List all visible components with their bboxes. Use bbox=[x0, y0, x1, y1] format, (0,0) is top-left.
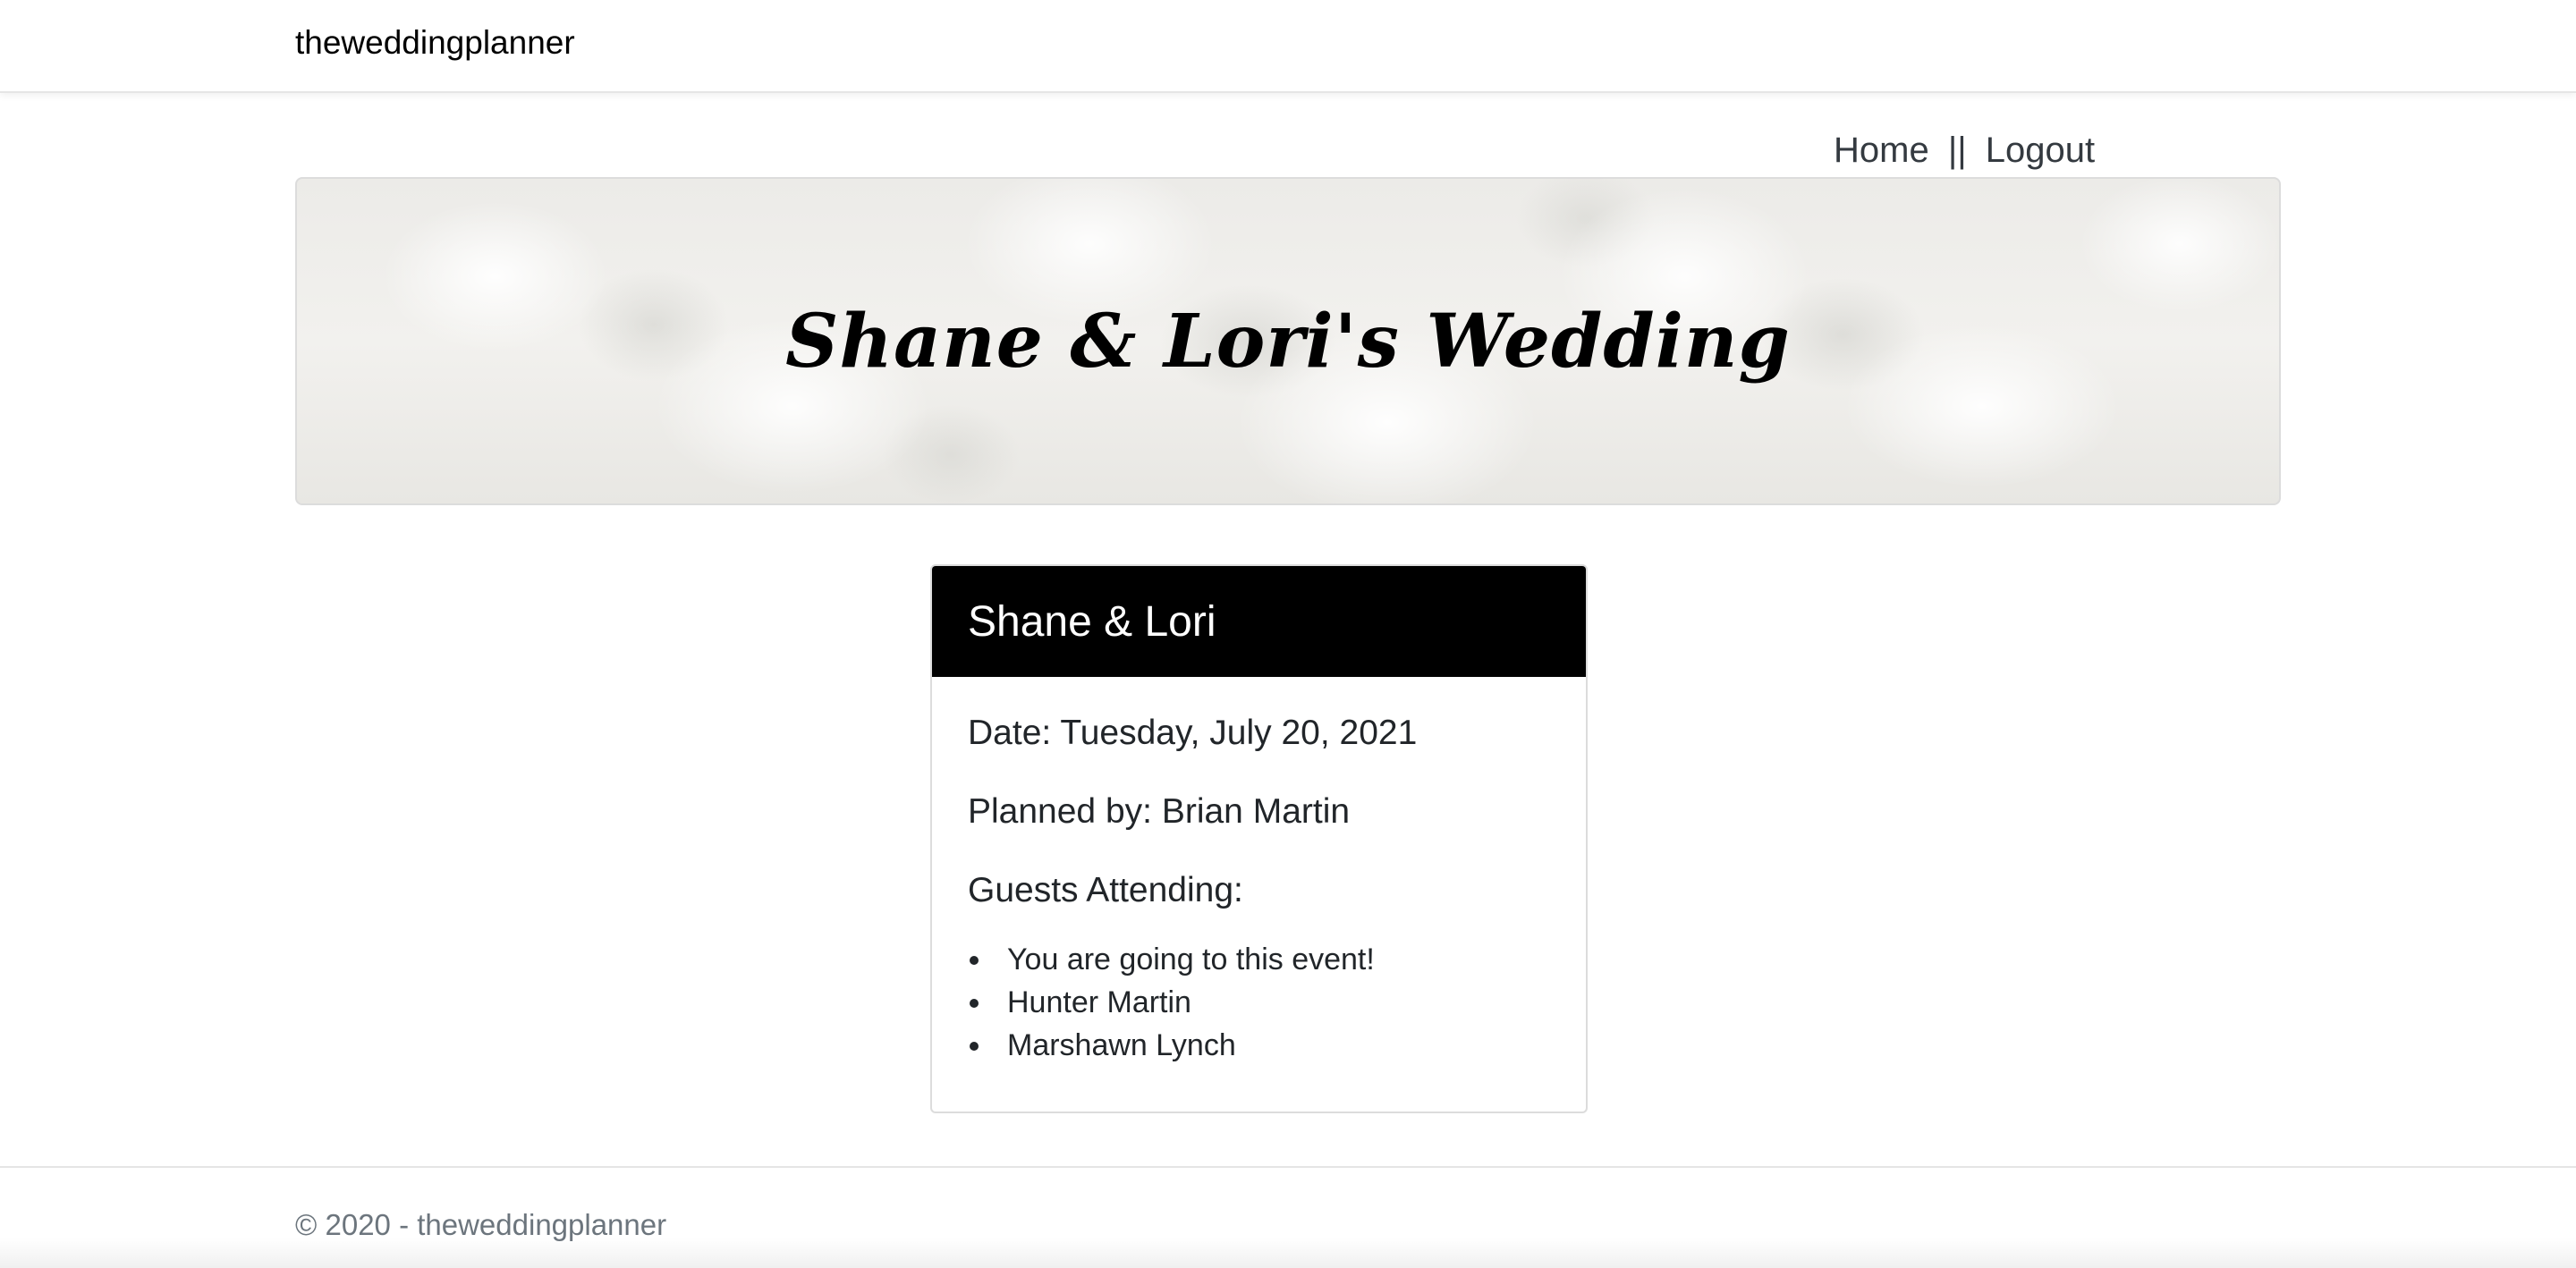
guest-list-item: Hunter Martin bbox=[968, 981, 1550, 1024]
home-link[interactable]: Home bbox=[1834, 131, 1929, 170]
bullet-icon bbox=[970, 999, 979, 1008]
footer-copyright: © 2020 - theweddingplanner bbox=[295, 1208, 667, 1241]
bullet-icon bbox=[970, 1042, 979, 1051]
banner-title: Shane & Lori's Wedding bbox=[785, 298, 1791, 385]
wedding-banner: Shane & Lori's Wedding bbox=[295, 177, 2281, 505]
guest-list-item: You are going to this event! bbox=[968, 938, 1550, 981]
brand-link[interactable]: theweddingplanner bbox=[295, 23, 575, 63]
guest-name: You are going to this event! bbox=[1007, 943, 1375, 976]
card-header-title: Shane & Lori bbox=[932, 566, 1586, 677]
nav-separator: || bbox=[1947, 131, 1967, 170]
card-body: Date: Tuesday, July 20, 2021 Planned by:… bbox=[932, 677, 1586, 1067]
page-footer: © 2020 - theweddingplanner bbox=[0, 1166, 2576, 1268]
guests-heading: Guests Attending: bbox=[968, 871, 1243, 909]
top-navbar: theweddingplanner bbox=[0, 0, 2576, 93]
wedding-planner: Planned by: Brian Martin bbox=[968, 792, 1351, 831]
guest-list: You are going to this event! Hunter Mart… bbox=[968, 938, 1550, 1067]
guest-name: Marshawn Lynch bbox=[1007, 1028, 1236, 1062]
guest-list-item: Marshawn Lynch bbox=[968, 1024, 1550, 1067]
guest-name: Hunter Martin bbox=[1007, 985, 1191, 1019]
wedding-details-card: Shane & Lori Date: Tuesday, July 20, 202… bbox=[930, 564, 1588, 1113]
top-nav-links: Home || Logout bbox=[1834, 129, 2095, 172]
bullet-icon bbox=[970, 956, 979, 965]
logout-link[interactable]: Logout bbox=[1986, 131, 2095, 170]
wedding-date: Date: Tuesday, July 20, 2021 bbox=[968, 714, 1418, 752]
